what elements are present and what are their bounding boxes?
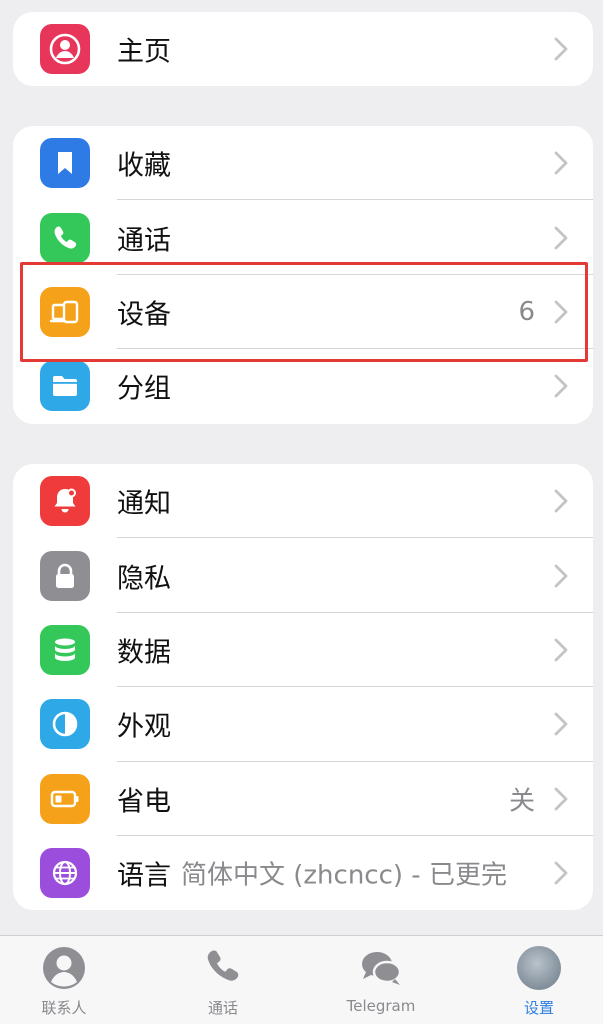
tab-bar: 联系人 通话 Telegram 设置 <box>0 935 603 1024</box>
battery-icon <box>40 773 90 824</box>
row-data[interactable]: 数据 <box>13 613 593 688</box>
row-language[interactable]: 语言 简体中文 (zhcncc) - 已更完 <box>13 836 593 910</box>
tab-label: 设置 <box>523 999 554 1017</box>
chevron-right-icon <box>554 489 568 513</box>
lock-icon <box>40 550 90 601</box>
row-label: 数据 <box>117 637 171 669</box>
row-label: 分组 <box>117 373 171 405</box>
bookmark-icon <box>40 138 90 189</box>
row-label: 主页 <box>117 36 171 68</box>
phone-icon <box>40 212 90 263</box>
row-label: 语言 <box>117 860 171 892</box>
contacts-icon <box>43 947 85 989</box>
person-icon <box>40 24 90 75</box>
group-profile: 主页 <box>13 12 593 87</box>
tab-label: Telegram <box>346 997 416 1015</box>
row-label: 通话 <box>117 225 171 257</box>
row-privacy[interactable]: 隐私 <box>13 538 593 613</box>
highlight-box <box>20 262 588 362</box>
chevron-right-icon <box>554 226 568 249</box>
row-notifications[interactable]: 通知 <box>13 464 593 539</box>
row-label: 通知 <box>117 488 171 520</box>
chevron-right-icon <box>554 861 568 885</box>
avatar <box>515 944 563 992</box>
tab-label: 联系人 <box>41 999 87 1017</box>
appearance-icon <box>40 699 90 750</box>
row-label: 省电 <box>117 786 171 818</box>
row-label: 外观 <box>117 711 171 743</box>
row-saved[interactable]: 收藏 <box>13 126 593 201</box>
database-icon <box>40 624 90 675</box>
chevron-right-icon <box>554 787 568 811</box>
tab-calls[interactable]: 通话 <box>168 936 278 1024</box>
globe-icon <box>40 848 90 899</box>
row-appearance[interactable]: 外观 <box>13 687 593 762</box>
chevron-right-icon <box>554 712 568 736</box>
chevron-right-icon <box>554 151 568 175</box>
row-label: 隐私 <box>117 563 171 595</box>
profile-photo <box>517 946 561 990</box>
chevron-right-icon <box>554 564 568 587</box>
chevron-right-icon <box>554 374 568 398</box>
tab-label: 通话 <box>207 999 238 1017</box>
tab-settings[interactable]: 设置 <box>484 936 594 1024</box>
group-settings: 通知 隐私 数据 外观 省电 关 语言 简体中文 (zhcncc) - 已更完 <box>13 464 593 911</box>
chats-icon <box>362 952 402 985</box>
folder-icon <box>40 361 90 412</box>
power-saving-status: 关 <box>508 786 535 817</box>
row-home[interactable]: 主页 <box>13 12 593 86</box>
tab-chats[interactable]: Telegram <box>326 936 436 1024</box>
row-label: 收藏 <box>117 150 171 182</box>
phone-icon <box>207 950 239 981</box>
language-value: 简体中文 (zhcncc) - 已更完 <box>181 860 507 891</box>
row-power-saving[interactable]: 省电 关 <box>13 762 593 836</box>
bell-icon <box>40 476 90 527</box>
chevron-right-icon <box>554 638 568 662</box>
chevron-right-icon <box>554 37 568 61</box>
tab-contacts[interactable]: 联系人 <box>9 936 119 1024</box>
